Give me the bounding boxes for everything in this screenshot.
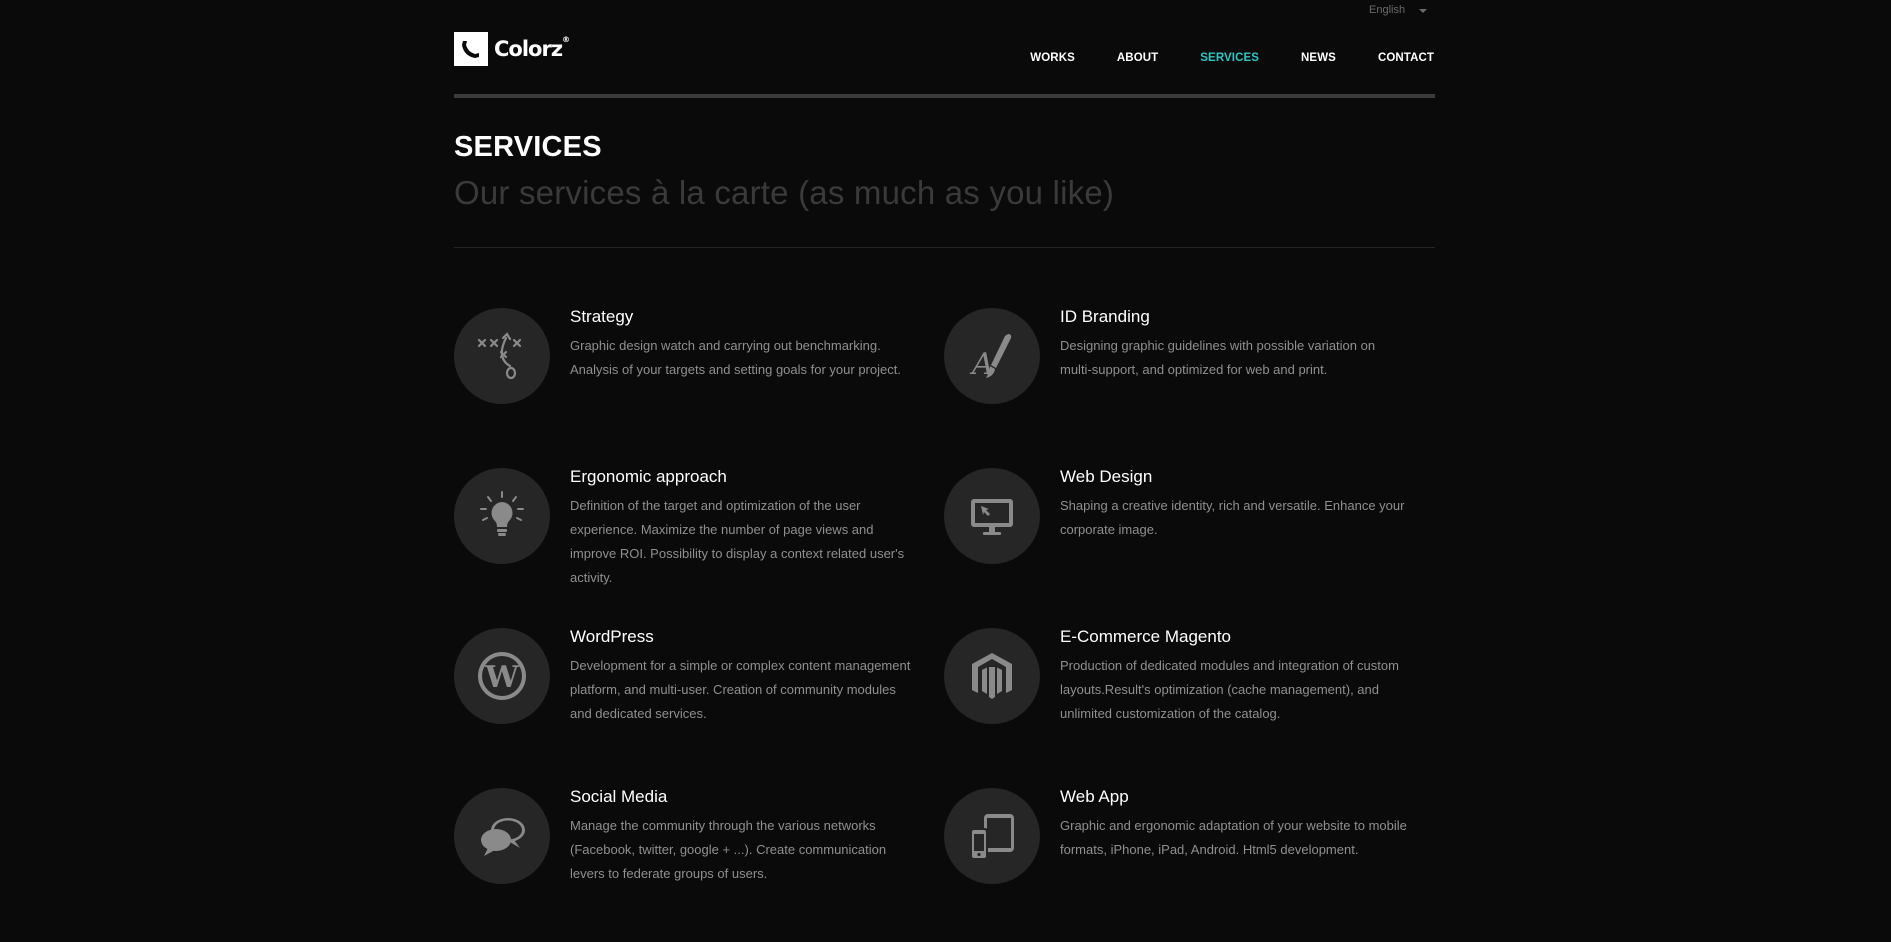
service-description: Manage the community through the various… [570, 818, 887, 881]
service-description: Graphic design watch and carrying out be… [570, 338, 901, 377]
main-nav: WORKS ABOUT SERVICES NEWS CONTACT [1030, 52, 1434, 64]
wordpress-icon: W [454, 628, 550, 724]
service-description: Designing graphic guidelines with possib… [1060, 338, 1376, 377]
service-title: Ergonomic approach [570, 467, 727, 486]
strategy-icon [454, 308, 550, 404]
brush-icon: A [944, 308, 1040, 404]
page-title: SERVICES [454, 131, 602, 163]
svg-text:A: A [969, 347, 994, 382]
speech-bubbles-icon [454, 788, 550, 884]
nav-about[interactable]: ABOUT [1117, 52, 1158, 64]
devices-icon [944, 788, 1040, 884]
service-title: Web App [1060, 787, 1129, 806]
service-title: ID Branding [1060, 307, 1150, 326]
title-divider [454, 247, 1435, 248]
service-title: Strategy [570, 307, 634, 326]
page-subtitle: Our services à la carte (as much as you … [454, 174, 1115, 211]
nav-news[interactable]: NEWS [1301, 52, 1336, 64]
logo-text: Colorz® [494, 35, 571, 61]
nav-services[interactable]: SERVICES [1200, 52, 1259, 64]
service-description: Shaping a creative identity, rich and ve… [1060, 498, 1405, 537]
service-title: E-Commerce Magento [1060, 627, 1232, 646]
language-label: English [1369, 4, 1406, 16]
service-description: Production of dedicated modules and inte… [1060, 658, 1399, 721]
nav-works[interactable]: WORKS [1030, 52, 1075, 64]
service-title: Web Design [1060, 467, 1153, 486]
service-description: Definition of the target and optimizatio… [570, 498, 905, 585]
service-description: Graphic and ergonomic adaptation of your… [1060, 818, 1407, 857]
service-title: Social Media [570, 787, 668, 806]
service-title: WordPress [570, 627, 654, 646]
logo-mark-icon [454, 32, 488, 66]
logo[interactable]: Colorz® [454, 32, 570, 66]
monitor-icon [944, 468, 1040, 564]
lightbulb-icon [454, 468, 550, 564]
service-description: Development for a simple or complex cont… [570, 658, 911, 721]
nav-contact[interactable]: CONTACT [1378, 52, 1434, 64]
chevron-down-icon [1419, 9, 1428, 13]
language-selector[interactable]: English [1369, 4, 1428, 16]
magento-icon [944, 628, 1040, 724]
svg-text:W: W [484, 660, 520, 695]
header-rule [454, 94, 1435, 98]
